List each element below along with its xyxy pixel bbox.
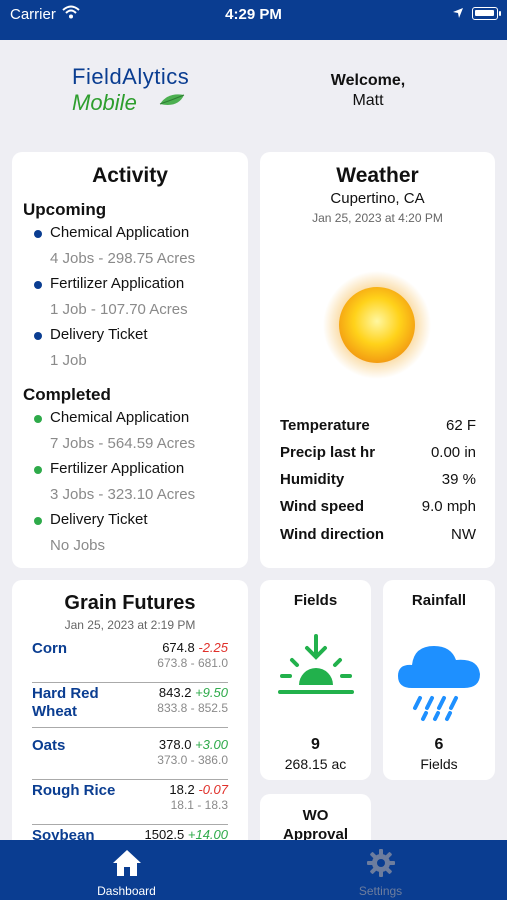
grain-range: 18.1 - 18.3 xyxy=(170,798,228,812)
weather-row-value: 39 % xyxy=(441,471,476,488)
rain-cloud-icon xyxy=(383,632,495,729)
grain-range: 673.8 - 681.0 xyxy=(157,656,228,670)
completed-item-label: Chemical Application xyxy=(50,409,190,426)
completed-item-label: Delivery Ticket xyxy=(50,511,148,528)
weather-title: Weather xyxy=(336,164,419,187)
weather-row-label: Humidity xyxy=(280,471,345,488)
rainfall-label: Fields xyxy=(420,756,458,772)
weather-row-label: Precip last hr xyxy=(280,444,376,461)
grain-price: 18.2 -0.07 xyxy=(169,782,228,797)
grain-futures-card[interactable]: Grain Futures Jan 25, 2023 at 2:19 PM Co… xyxy=(12,580,248,850)
grain-divider xyxy=(32,824,228,825)
weather-row-value: 62 F xyxy=(445,417,476,434)
wo-approval-title: WO Approval xyxy=(260,806,371,844)
grain-range: 373.0 - 386.0 xyxy=(157,753,228,767)
rainfall-card[interactable]: Rainfall 6 Fields xyxy=(383,580,495,780)
upcoming-item-detail: 1 Job xyxy=(50,352,87,369)
gear-icon xyxy=(254,848,507,883)
tab-dashboard-label: Dashboard xyxy=(97,884,156,898)
logo-line1: FieldAlytics xyxy=(72,64,190,89)
grain-price: 674.8 -2.25 xyxy=(162,640,228,655)
weather-city: Cupertino, CA xyxy=(330,190,425,207)
welcome-greeting: Welcome, xyxy=(330,72,406,89)
welcome-name: Matt xyxy=(352,92,384,109)
upcoming-item-label: Chemical Application xyxy=(50,224,190,241)
logo-line2: Mobile xyxy=(72,90,137,115)
grain-title: Grain Futures xyxy=(64,592,196,614)
grain-change: -2.25 xyxy=(198,640,228,655)
grain-name: Oats xyxy=(32,737,66,754)
rainfall-count: 6 xyxy=(434,736,444,753)
upcoming-item-detail: 4 Jobs - 298.75 Acres xyxy=(50,250,196,267)
fields-count: 9 xyxy=(311,736,320,753)
app-logo: FieldAlytics Mobile xyxy=(72,64,222,116)
home-icon xyxy=(0,848,253,883)
grain-change: -0.07 xyxy=(198,782,228,797)
grain-name: Rough Rice xyxy=(32,782,116,799)
location-arrow-icon xyxy=(452,6,464,24)
grain-date: Jan 25, 2023 at 2:19 PM xyxy=(64,618,196,632)
grain-price: 843.2 +9.50 xyxy=(158,685,228,700)
weather-row-value: 9.0 mph xyxy=(421,498,476,515)
completed-item-detail: 3 Jobs - 323.10 Acres xyxy=(50,486,196,503)
fields-title: Fields xyxy=(293,592,338,609)
completed-dot xyxy=(34,415,42,423)
grain-price: 378.0 +3.00 xyxy=(158,737,228,752)
leaf-icon xyxy=(158,92,188,115)
upcoming-item-label: Delivery Ticket xyxy=(50,326,148,343)
activity-title: Activity xyxy=(92,164,168,187)
wo-title-line1: WO xyxy=(302,807,329,824)
status-time: 4:29 PM xyxy=(225,6,282,23)
battery-tip xyxy=(499,11,501,16)
completed-item-label: Fertilizer Application xyxy=(50,460,185,477)
weather-row-value: NW xyxy=(451,526,476,543)
fields-acres: 268.15 ac xyxy=(284,756,347,772)
grain-divider xyxy=(32,682,228,683)
grain-change: +3.00 xyxy=(195,737,228,752)
grain-row[interactable]: Hard Red Wheat 843.2 +9.50 833.8 - 852.5 xyxy=(32,685,228,729)
tab-settings-label: Settings xyxy=(358,884,403,898)
weather-date: Jan 25, 2023 at 4:20 PM xyxy=(312,211,443,225)
grain-row[interactable]: Corn 674.8 -2.25 673.8 - 681.0 xyxy=(32,640,228,684)
tab-bar: Dashboard Settings xyxy=(0,840,507,900)
tab-settings[interactable]: Settings xyxy=(254,840,507,900)
completed-dot xyxy=(34,466,42,474)
upcoming-dot xyxy=(34,281,42,289)
weather-row-label: Wind speed xyxy=(280,498,365,515)
upcoming-dot xyxy=(34,230,42,238)
upcoming-item-label: Fertilizer Application xyxy=(50,275,185,292)
grain-divider xyxy=(32,779,228,780)
battery-icon xyxy=(472,7,498,20)
upcoming-item-detail: 1 Job - 107.70 Acres xyxy=(50,301,188,318)
upcoming-heading: Upcoming xyxy=(23,200,107,219)
completed-heading: Completed xyxy=(23,385,111,404)
weather-row-label: Temperature xyxy=(280,417,370,434)
fields-card[interactable]: Fields 9 268.15 ac xyxy=(260,580,371,780)
grain-name: Hard Red Wheat xyxy=(32,685,99,720)
sunrise-icon xyxy=(260,632,371,707)
grain-row[interactable]: Oats 378.0 +3.00 373.0 - 386.0 xyxy=(32,737,228,781)
grain-range: 833.8 - 852.5 xyxy=(157,701,228,715)
upcoming-dot xyxy=(34,332,42,340)
weather-card[interactable]: Weather Cupertino, CA Jan 25, 2023 at 4:… xyxy=(260,152,495,568)
sun-icon xyxy=(322,270,432,385)
grain-change: +9.50 xyxy=(195,685,228,700)
completed-item-detail: No Jobs xyxy=(50,537,106,554)
tab-dashboard[interactable]: Dashboard xyxy=(0,840,253,900)
completed-item-detail: 7 Jobs - 564.59 Acres xyxy=(50,435,196,452)
grain-name: Corn xyxy=(32,640,67,657)
status-bar: Carrier 4:29 PM xyxy=(0,0,507,40)
rainfall-title: Rainfall xyxy=(411,592,467,609)
grain-row[interactable]: Rough Rice 18.2 -0.07 18.1 - 18.3 xyxy=(32,782,228,826)
weather-row-value: 0.00 in xyxy=(430,444,476,461)
completed-dot xyxy=(34,517,42,525)
welcome-message: Welcome, Matt xyxy=(300,72,436,110)
activity-card[interactable]: Activity Upcoming Chemical Application 4… xyxy=(12,152,248,568)
grain-divider xyxy=(32,727,228,728)
weather-row-label: Wind direction xyxy=(280,526,385,543)
